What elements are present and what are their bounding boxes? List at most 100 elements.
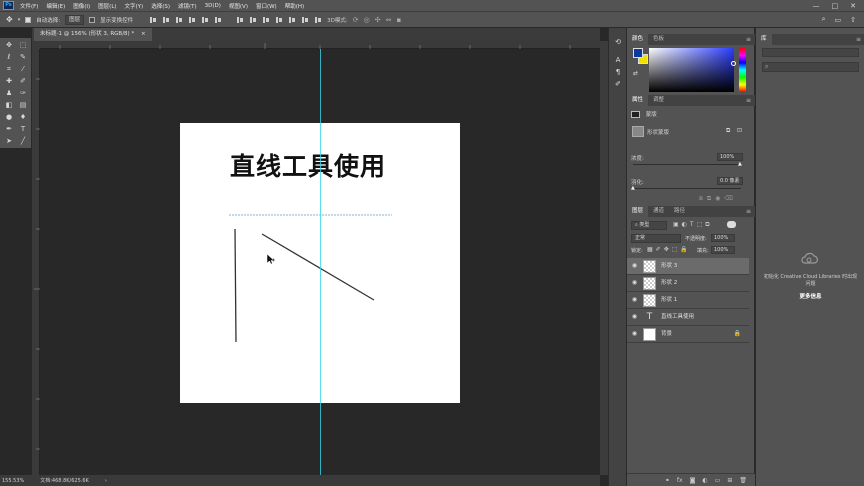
eraser-tool-icon[interactable]: ◧ [3, 100, 15, 110]
feather-slider-handle-icon[interactable]: ▲ [631, 185, 635, 191]
visibility-eye-icon[interactable]: ◉ [631, 330, 638, 338]
shape-mask-thumbnail[interactable] [632, 126, 644, 137]
color-picker-cursor[interactable] [731, 61, 736, 66]
auto-select-target-dropdown[interactable]: 图层 [65, 14, 85, 25]
vertical-guide-line[interactable] [320, 49, 321, 475]
add-mask-icon[interactable]: ◙ [690, 477, 696, 484]
layer-name[interactable]: 背景 [661, 326, 672, 343]
menu-file[interactable]: 文件(F) [20, 2, 38, 10]
quick-select-tool-icon[interactable]: ✎ [17, 52, 29, 62]
menu-window[interactable]: 窗口(W) [256, 2, 277, 10]
status-menu-arrow-icon[interactable]: › [105, 478, 107, 484]
auto-align-icon[interactable] [314, 16, 322, 24]
history-panel-icon[interactable]: ⟲ [613, 38, 623, 47]
library-dropdown[interactable] [762, 48, 859, 57]
minimize-button[interactable]: — [813, 2, 820, 10]
horizontal-ruler[interactable] [40, 41, 600, 49]
healing-brush-tool-icon[interactable]: ✚ [3, 76, 15, 86]
canvas-area[interactable]: 直线工具使用 [40, 49, 600, 475]
menu-type[interactable]: 文字(Y) [125, 2, 144, 10]
tab-adjustments[interactable]: 调整 [648, 95, 669, 106]
align-top-icon[interactable] [149, 16, 157, 24]
menu-3d[interactable]: 3D(D) [205, 3, 221, 9]
layer-row-shape-2[interactable]: ◉ 形状 2 [627, 275, 749, 292]
tab-color[interactable]: 颜色 [627, 34, 649, 45]
canvas-vertical-scrollbar[interactable] [600, 41, 608, 475]
new-group-icon[interactable]: ▭ [715, 477, 721, 484]
3d-roll-icon[interactable]: ◎ [364, 16, 370, 24]
menu-layer[interactable]: 图层(L) [98, 2, 116, 10]
blur-tool-icon[interactable]: ● [3, 112, 15, 122]
layer-filter-icons[interactable]: ▣◐T⬚⧉ [673, 221, 713, 229]
shape-3-diagonal-line[interactable] [261, 233, 375, 301]
align-bottom-icon[interactable] [175, 16, 183, 24]
blend-mode-dropdown[interactable]: 正常 [631, 234, 681, 243]
eyedropper-tool-icon[interactable]: ⁄ [17, 64, 29, 74]
distribute-top-icon[interactable] [236, 16, 244, 24]
character-panel-icon[interactable]: A [613, 56, 623, 65]
line-tool-icon[interactable]: ╱ [17, 136, 29, 146]
auto-select-checkbox[interactable] [25, 16, 32, 23]
maximize-button[interactable]: □ [832, 2, 839, 10]
share-icon[interactable]: ⇧ [850, 16, 856, 24]
menu-help[interactable]: 帮助(H) [285, 2, 304, 10]
library-search-input[interactable]: ⌕ [762, 62, 859, 72]
density-slider-handle-icon[interactable]: ▲ [738, 161, 742, 167]
gradient-tool-icon[interactable]: ▤ [17, 100, 29, 110]
properties-action-icons[interactable]: ⧈⧉◉⌫ [699, 195, 737, 203]
3d-slide-icon[interactable]: ⇔ [386, 16, 392, 24]
distribute-bottom-icon[interactable] [262, 16, 270, 24]
properties-panel-menu-icon[interactable]: ≡ [746, 95, 751, 106]
library-more-info-link[interactable]: 更多信息 [762, 292, 859, 300]
close-window-button[interactable]: ✕ [850, 2, 856, 10]
menu-image[interactable]: 图像(I) [73, 2, 90, 10]
zoom-level[interactable]: 155.53% [2, 478, 24, 484]
libraries-panel-menu-icon[interactable]: ≡ [856, 34, 861, 45]
align-left-icon[interactable] [188, 16, 196, 24]
visibility-eye-icon[interactable]: ◉ [631, 262, 638, 270]
tab-properties[interactable]: 属性 [627, 95, 649, 106]
layer-row-background[interactable]: ◉ 背景 🔒 [627, 326, 749, 343]
pixel-mask-icon[interactable]: ⊡ [737, 127, 742, 134]
marquee-tool-icon[interactable]: ⬚ [17, 40, 29, 50]
menu-edit[interactable]: 编辑(E) [46, 2, 65, 10]
distribute-right-icon[interactable] [301, 16, 309, 24]
swap-colors-icon[interactable]: ⇄ [633, 70, 638, 77]
layers-panel-menu-icon[interactable]: ≡ [746, 206, 751, 217]
foreground-color-swatch[interactable] [633, 48, 643, 58]
tab-layers[interactable]: 图层 [627, 206, 649, 217]
pen-tool-icon[interactable]: ✒ [3, 124, 15, 134]
delete-layer-icon[interactable]: 🗑 [739, 477, 747, 484]
paragraph-panel-icon[interactable]: ¶ [613, 68, 623, 77]
brush-settings-panel-icon[interactable]: ✐ [613, 80, 623, 89]
layer-name[interactable]: 形状 2 [661, 275, 677, 292]
layer-name[interactable]: 直线工具使用 [661, 309, 694, 326]
feather-value[interactable]: 0.0 像素 [717, 177, 743, 185]
density-value[interactable]: 100% [717, 153, 743, 161]
tab-swatches[interactable]: 色板 [648, 34, 669, 45]
close-tab-icon[interactable]: × [141, 31, 146, 37]
layer-filter-dropdown[interactable]: ⌕ 类型 [631, 221, 667, 230]
vertical-ruler[interactable] [32, 49, 40, 475]
menu-view[interactable]: 视图(V) [229, 2, 248, 10]
feather-slider-track[interactable] [633, 188, 741, 189]
shape-1-vertical-line[interactable] [234, 228, 237, 343]
move-tool-icon[interactable]: ✥ [3, 40, 15, 50]
color-picker-field[interactable] [649, 48, 736, 92]
lasso-tool-icon[interactable]: ℓ [3, 52, 15, 62]
distribute-hcenter-icon[interactable] [288, 16, 296, 24]
tab-channels[interactable]: 通道 [648, 206, 669, 217]
tool-preset-dropdown-icon[interactable]: ▾ [18, 17, 21, 23]
distribute-vcenter-icon[interactable] [249, 16, 257, 24]
3d-drag-icon[interactable]: ✣ [375, 16, 381, 24]
crop-tool-icon[interactable]: ⌗ [3, 64, 15, 74]
layer-filter-toggle[interactable] [727, 221, 736, 228]
hue-slider[interactable] [739, 48, 746, 92]
fill-value[interactable]: 100% [711, 246, 735, 254]
adjustment-layer-icon[interactable]: ◐ [702, 477, 707, 484]
layer-style-icon[interactable]: fx [677, 477, 683, 484]
menu-select[interactable]: 选择(S) [151, 2, 170, 10]
workspace-icon[interactable]: ▭ [835, 16, 842, 24]
visibility-eye-icon[interactable]: ◉ [631, 279, 638, 287]
align-hcenter-icon[interactable] [201, 16, 209, 24]
